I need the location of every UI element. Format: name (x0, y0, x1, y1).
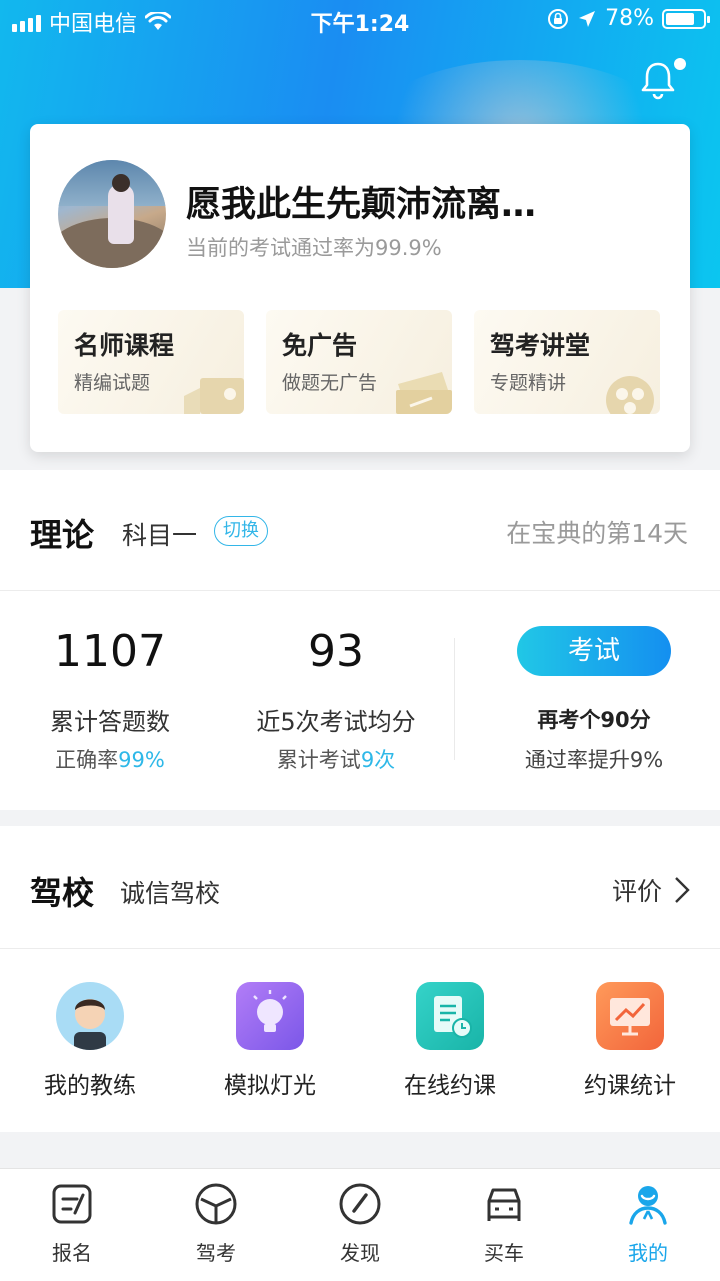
avatar[interactable] (58, 160, 166, 268)
average-score-label: 近5次考试均分 (256, 708, 416, 736)
battery-percent: 78% (605, 6, 654, 31)
compass-icon (339, 1183, 381, 1225)
feature-title: 免广告 (282, 331, 358, 360)
tab-discover[interactable]: 发现 (310, 1181, 410, 1266)
profile-icon (629, 1186, 667, 1225)
review-label: 评价 (611, 877, 662, 906)
battery-icon (662, 8, 710, 29)
exam-count-value: 9次 (360, 748, 396, 772)
feature-subtitle: 做题无广告 (282, 372, 378, 394)
pass-rate-text: 当前的考试通过率为99.9% (186, 236, 442, 260)
chevron-right-icon (675, 877, 690, 903)
feature-subtitle: 专题精讲 (490, 372, 567, 394)
theory-title: 理论 (30, 516, 95, 554)
accuracy-text: 正确率99% (0, 744, 220, 774)
section-divider (0, 590, 720, 591)
tool-light-simulation[interactable]: 模拟灯光 (180, 982, 360, 1100)
username[interactable]: 愿我此生先颠沛流离… (186, 176, 536, 227)
exam-count-prefix: 累计考试 (276, 748, 361, 772)
video-camera-icon (184, 378, 244, 414)
notification-dot (674, 58, 686, 70)
bottom-tab-bar: 报名 驾考 发现 买车 我的 (0, 1168, 720, 1281)
stats-separator (454, 638, 455, 760)
answered-count: 1107 (54, 626, 166, 677)
feature-title: 驾考讲堂 (490, 331, 591, 360)
tool-label: 模拟灯光 (224, 1073, 316, 1099)
exam-button[interactable]: 考试 (517, 626, 671, 676)
tab-signup[interactable]: 报名 (22, 1181, 122, 1266)
tab-label: 报名 (52, 1241, 92, 1265)
review-link[interactable]: 评价 (612, 872, 690, 908)
tab-label: 买车 (484, 1241, 524, 1265)
steering-wheel-icon (195, 1183, 237, 1225)
theory-subject: 科目一 (122, 521, 198, 550)
feature-title: 名师课程 (74, 331, 175, 360)
location-arrow-icon (579, 10, 596, 27)
tab-buy-car[interactable]: 买车 (454, 1181, 554, 1266)
statistics-chart-icon (596, 982, 664, 1050)
feature-lecture-hall[interactable]: 驾考讲堂 专题精讲 (474, 310, 660, 414)
accuracy-value: 99% (118, 748, 165, 772)
rotation-lock-icon (548, 8, 569, 29)
profile-card: 愿我此生先颠沛流离… 当前的考试通过率为99.9% 名师课程 精编试题 免广告 … (30, 124, 690, 452)
schedule-document-icon (416, 982, 484, 1050)
tool-booking-stats[interactable]: 约课统计 (540, 982, 720, 1100)
tab-label: 我的 (628, 1241, 668, 1265)
school-name[interactable]: 诚信驾校 (120, 874, 220, 910)
feature-no-ads[interactable]: 免广告 做题无广告 (266, 310, 452, 414)
tab-label: 驾考 (196, 1241, 236, 1265)
days-in-app-text: 在宝典的第14天 (506, 519, 688, 548)
tool-online-booking[interactable]: 在线约课 (360, 982, 540, 1100)
exam-count-text: 累计考试9次 (226, 744, 446, 774)
exam-note-target: 再考个90分 (537, 708, 651, 732)
average-score: 93 (308, 626, 364, 677)
tab-driving-test[interactable]: 驾考 (166, 1181, 266, 1266)
feature-subtitle: 精编试题 (74, 372, 151, 394)
tool-label: 我的教练 (44, 1073, 136, 1099)
tool-my-coach[interactable]: 我的教练 (0, 982, 180, 1100)
signup-icon (52, 1184, 92, 1224)
film-reel-icon (606, 376, 654, 414)
section-divider (0, 948, 720, 949)
tab-mine[interactable]: 我的 (598, 1181, 698, 1266)
answered-label: 累计答题数 (50, 708, 170, 736)
school-title: 驾校 (30, 874, 95, 912)
coach-avatar-icon (56, 982, 124, 1050)
light-bulb-icon (236, 982, 304, 1050)
car-icon (487, 1188, 521, 1221)
exam-note-improve: 通过率提升9% (524, 748, 664, 772)
status-right: 78% (547, 6, 710, 31)
tab-label: 发现 (340, 1241, 380, 1265)
ticket-icon (396, 372, 452, 414)
feature-teacher-course[interactable]: 名师课程 精编试题 (58, 310, 244, 414)
tool-label: 约课统计 (584, 1073, 676, 1099)
status-bar: 中国电信 下午1:24 78% (0, 0, 720, 40)
accuracy-prefix: 正确率 (55, 748, 119, 772)
switch-subject-button[interactable]: 切换 (214, 516, 268, 546)
tool-label: 在线约课 (404, 1073, 496, 1099)
driving-school-section: 驾校 诚信驾校 评价 我的教练 模拟灯光 在线约课 约课统计 (0, 826, 720, 1132)
